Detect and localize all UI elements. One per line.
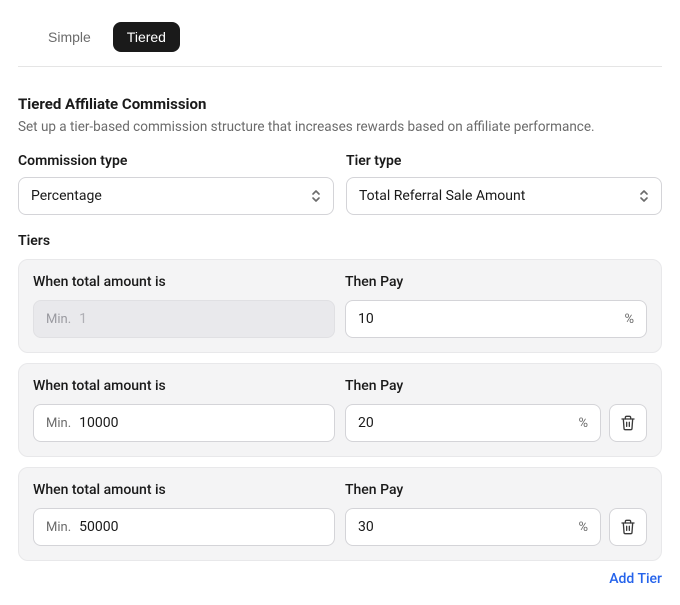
tier-min-input-wrap[interactable]: Min. <box>33 508 335 546</box>
tier-then-label: Then Pay <box>345 378 647 394</box>
tier-pay-input-wrap[interactable]: % <box>345 300 647 338</box>
chevron-up-down-icon <box>637 187 651 205</box>
commission-type-value: Percentage <box>31 188 102 204</box>
section-description: Set up a tier-based commission structure… <box>18 119 662 135</box>
percent-suffix: % <box>578 416 588 431</box>
tier-pay-input[interactable] <box>358 415 570 431</box>
tier-then-label: Then Pay <box>345 274 647 290</box>
tier-pay-input-wrap[interactable]: % <box>345 404 601 442</box>
tier-when-label: When total amount is <box>33 378 335 394</box>
tier-when-label: When total amount is <box>33 482 335 498</box>
tier-min-input-wrap[interactable]: Min. <box>33 404 335 442</box>
chevron-up-down-icon <box>309 187 323 205</box>
percent-suffix: % <box>578 520 588 535</box>
add-tier-button[interactable]: Add Tier <box>18 571 662 587</box>
tier-min-input <box>79 311 322 327</box>
tier-type-value: Total Referral Sale Amount <box>359 188 525 204</box>
tier-type-select[interactable]: Total Referral Sale Amount <box>346 177 662 215</box>
trash-icon <box>620 519 636 535</box>
tier-card: When total amount is Min. Then Pay % <box>18 259 662 353</box>
tier-card: When total amount is Min. Then Pay % <box>18 363 662 457</box>
delete-tier-button[interactable] <box>609 508 647 546</box>
tier-card: When total amount is Min. Then Pay % <box>18 467 662 561</box>
tier-pay-input-wrap[interactable]: % <box>345 508 601 546</box>
delete-tier-button[interactable] <box>609 404 647 442</box>
percent-suffix: % <box>624 312 634 327</box>
tier-min-input[interactable] <box>79 415 322 431</box>
trash-icon <box>620 415 636 431</box>
tier-type-label: Tier type <box>346 153 662 169</box>
tier-then-label: Then Pay <box>345 482 647 498</box>
tab-simple[interactable]: Simple <box>34 22 105 52</box>
min-prefix: Min. <box>46 312 71 327</box>
tier-when-label: When total amount is <box>33 274 335 290</box>
commission-type-label: Commission type <box>18 153 334 169</box>
section-title: Tiered Affiliate Commission <box>18 95 662 113</box>
tier-min-input[interactable] <box>79 519 322 535</box>
tiers-label: Tiers <box>18 233 662 249</box>
tab-tiered[interactable]: Tiered <box>113 22 180 52</box>
min-prefix: Min. <box>46 416 71 431</box>
tier-pay-input[interactable] <box>358 519 570 535</box>
commission-type-select[interactable]: Percentage <box>18 177 334 215</box>
min-prefix: Min. <box>46 520 71 535</box>
tier-min-input-wrap: Min. <box>33 300 335 338</box>
tabs: Simple Tiered <box>18 0 662 67</box>
tier-pay-input[interactable] <box>358 311 616 327</box>
